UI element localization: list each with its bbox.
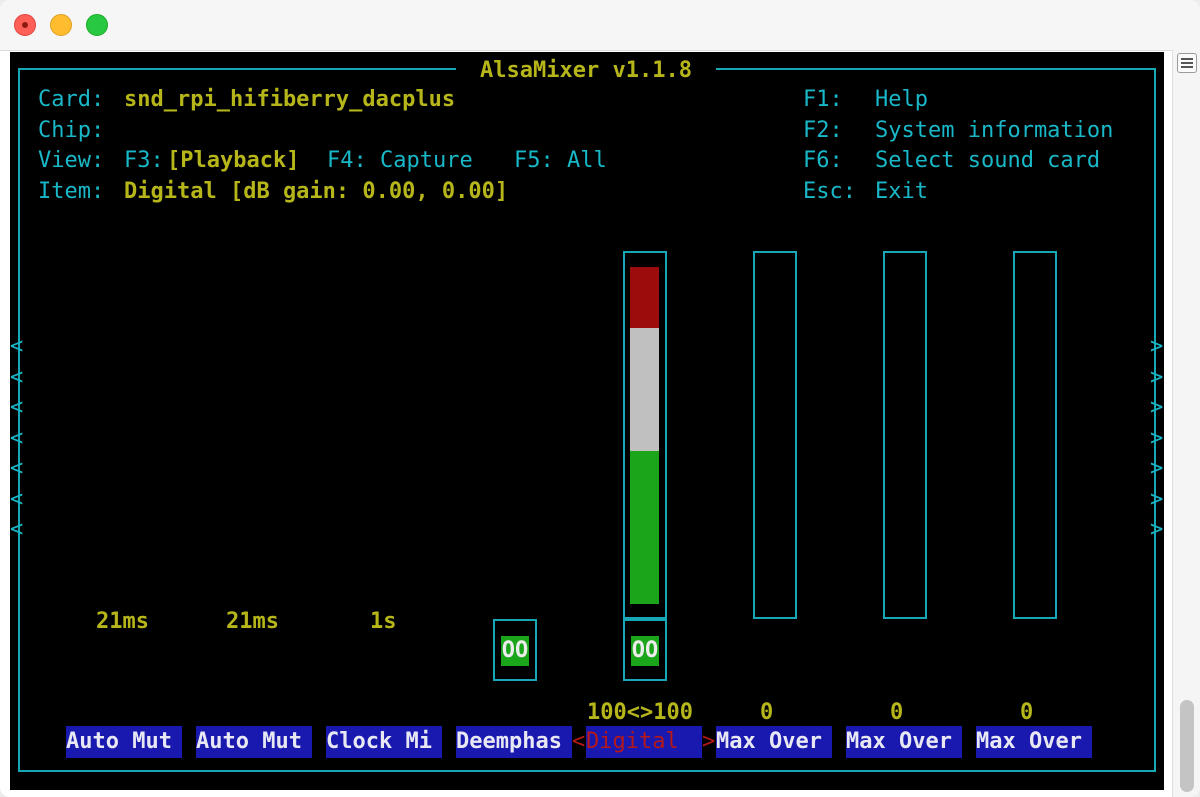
left-scroll-arrow: <: [10, 456, 24, 481]
view-capture[interactable]: F4: Capture: [327, 146, 473, 176]
right-scroll-arrow: >: [1150, 425, 1164, 451]
control-value-auto-mute-1: 21ms: [96, 609, 149, 634]
max-over-3-volume-frame[interactable]: [1013, 251, 1057, 619]
left-scroll-arrow: <: [10, 517, 24, 542]
view-label: View:: [38, 148, 105, 173]
control-name-max-over-2[interactable]: Max Over: [846, 726, 962, 758]
right-scroll-arrow: >: [1150, 456, 1164, 481]
help-key-f6: F6:: [803, 148, 843, 173]
view-playback[interactable]: [Playback]: [167, 146, 299, 176]
help-label-exit[interactable]: Exit: [875, 177, 928, 207]
mixer-title: AlsaMixer v1.1.8: [456, 56, 716, 86]
deemphasis-switch[interactable]: OO: [493, 619, 537, 681]
item-value: Digital [dB gain: 0.00, 0.00]: [124, 179, 509, 204]
control-name-auto-mute-1[interactable]: Auto Mut: [66, 726, 182, 758]
help-key-esc: Esc:: [803, 179, 856, 204]
max-over-1-volume-frame[interactable]: [753, 251, 797, 619]
digital-volume-bar-white: [630, 328, 659, 451]
help-label-help[interactable]: Help: [875, 85, 928, 115]
scrollbar-track[interactable]: [1172, 50, 1200, 797]
left-scroll-arrow: <: [10, 425, 24, 451]
selection-left-arrow: <: [572, 729, 586, 754]
item-label: Item:: [38, 179, 105, 204]
right-scroll-arrow: >: [1150, 364, 1164, 390]
deemphasis-switch-value: OO: [501, 636, 529, 666]
max-over-1-volume-value: 0: [760, 700, 774, 725]
help-key-f1: F1:: [803, 87, 843, 112]
chip-label: Chip:: [38, 118, 105, 143]
right-scroll-arrow: >: [1150, 334, 1164, 359]
minimize-button[interactable]: [50, 14, 72, 36]
help-label-system-information[interactable]: System information: [875, 116, 1113, 146]
zoom-button[interactable]: [86, 14, 108, 36]
terminal-screen[interactable]: AlsaMixer v1.1.8 Card: snd_rpi_hifiberry…: [10, 52, 1164, 790]
left-scroll-arrow: <: [10, 395, 24, 420]
control-value-auto-mute-2: 21ms: [226, 609, 279, 634]
view-f3[interactable]: F3:: [124, 146, 164, 176]
digital-switch[interactable]: OO: [623, 619, 667, 681]
max-over-2-volume-frame[interactable]: [883, 251, 927, 619]
title-bar: [0, 0, 1200, 51]
split-pane-icon[interactable]: [1177, 53, 1197, 73]
digital-volume-bar-green: [630, 451, 659, 604]
right-scroll-arrow: >: [1150, 517, 1164, 542]
help-label-select-sound-card[interactable]: Select sound card: [875, 146, 1100, 176]
left-scroll-arrow: <: [10, 486, 24, 512]
digital-volume-bar-red: [630, 267, 659, 328]
control-name-deemphasis[interactable]: Deemphas: [456, 726, 572, 758]
control-name-clock[interactable]: Clock Mi: [326, 726, 442, 758]
left-scroll-arrow: <: [10, 364, 24, 390]
card-label: Card:: [38, 87, 105, 112]
scrollbar-thumb[interactable]: [1180, 700, 1194, 792]
right-scroll-arrow: >: [1150, 395, 1164, 420]
view-all[interactable]: F5: All: [514, 146, 607, 176]
control-name-max-over-1[interactable]: Max Over: [716, 726, 832, 758]
max-over-2-volume-value: 0: [890, 700, 904, 725]
control-name-auto-mute-2[interactable]: Auto Mut: [196, 726, 312, 758]
control-name-max-over-3[interactable]: Max Over: [976, 726, 1092, 758]
terminal-window: AlsaMixer v1.1.8 Card: snd_rpi_hifiberry…: [0, 0, 1200, 797]
control-name-digital[interactable]: Digital: [586, 726, 702, 758]
max-over-3-volume-value: 0: [1020, 700, 1034, 725]
control-value-clock: 1s: [370, 609, 397, 634]
close-button[interactable]: [14, 14, 36, 36]
help-key-f2: F2:: [803, 118, 843, 143]
right-scroll-arrow: >: [1150, 486, 1164, 512]
selection-right-arrow: >: [702, 729, 716, 754]
left-scroll-arrow: <: [10, 334, 24, 359]
digital-volume-value: 100<>100: [587, 700, 693, 725]
digital-switch-value: OO: [631, 636, 659, 666]
card-value: snd_rpi_hifiberry_dacplus: [124, 87, 456, 112]
